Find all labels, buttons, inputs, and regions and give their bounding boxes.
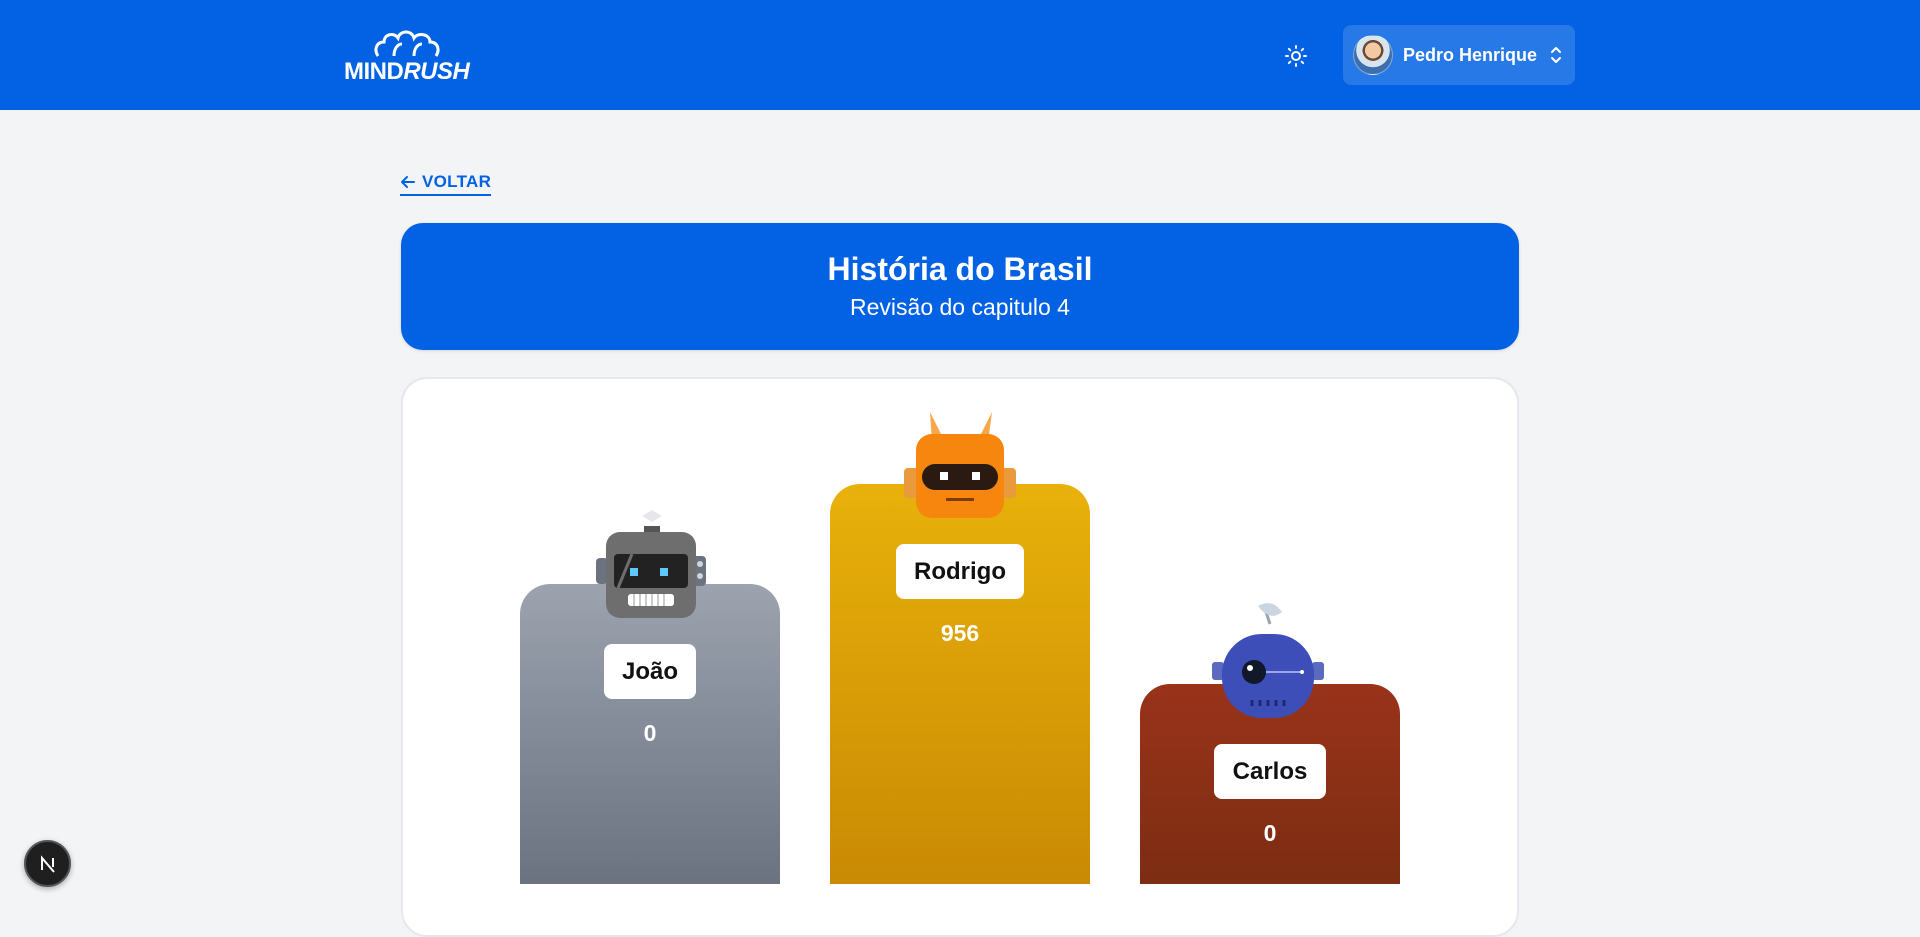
top-navbar: MINDRUSH Pedro Henrique: [0, 0, 1920, 110]
quiz-header-card: História do Brasil Revisão do capitulo 4: [401, 223, 1519, 350]
nextjs-dev-badge[interactable]: [24, 840, 71, 887]
player-score-first: 956: [940, 620, 980, 646]
nextjs-logo-icon: [40, 854, 55, 873]
blue-robot-icon: [1212, 603, 1324, 718]
user-menu-button[interactable]: Pedro Henrique: [1343, 25, 1575, 85]
player-score-second: 0: [643, 720, 657, 746]
player-score-third: 0: [1263, 820, 1277, 846]
user-name: Pedro Henrique: [1403, 44, 1538, 65]
sun-icon: [1285, 45, 1307, 67]
theme-toggle-button[interactable]: [1280, 40, 1312, 72]
quiz-title: História do Brasil: [827, 251, 1093, 287]
brain-logo-icon: [374, 30, 440, 57]
logo-text: MINDRUSH: [344, 58, 470, 85]
avatar: [1353, 35, 1393, 75]
player-name-third: Carlos: [1214, 744, 1326, 799]
player-name-first: Rodrigo: [896, 544, 1024, 599]
back-link[interactable]: VOLTAR: [400, 172, 492, 196]
gray-robot-icon: [596, 510, 706, 618]
mindrush-logo[interactable]: MINDRUSH: [344, 28, 472, 85]
chevron-up-down-icon: [1551, 47, 1562, 63]
quiz-subtitle: Revisão do capitulo 4: [850, 294, 1070, 320]
arrow-left-icon: [401, 176, 415, 188]
orange-robot-icon: [904, 412, 1016, 518]
back-label: VOLTAR: [422, 172, 492, 191]
player-name-second: João: [604, 644, 696, 699]
